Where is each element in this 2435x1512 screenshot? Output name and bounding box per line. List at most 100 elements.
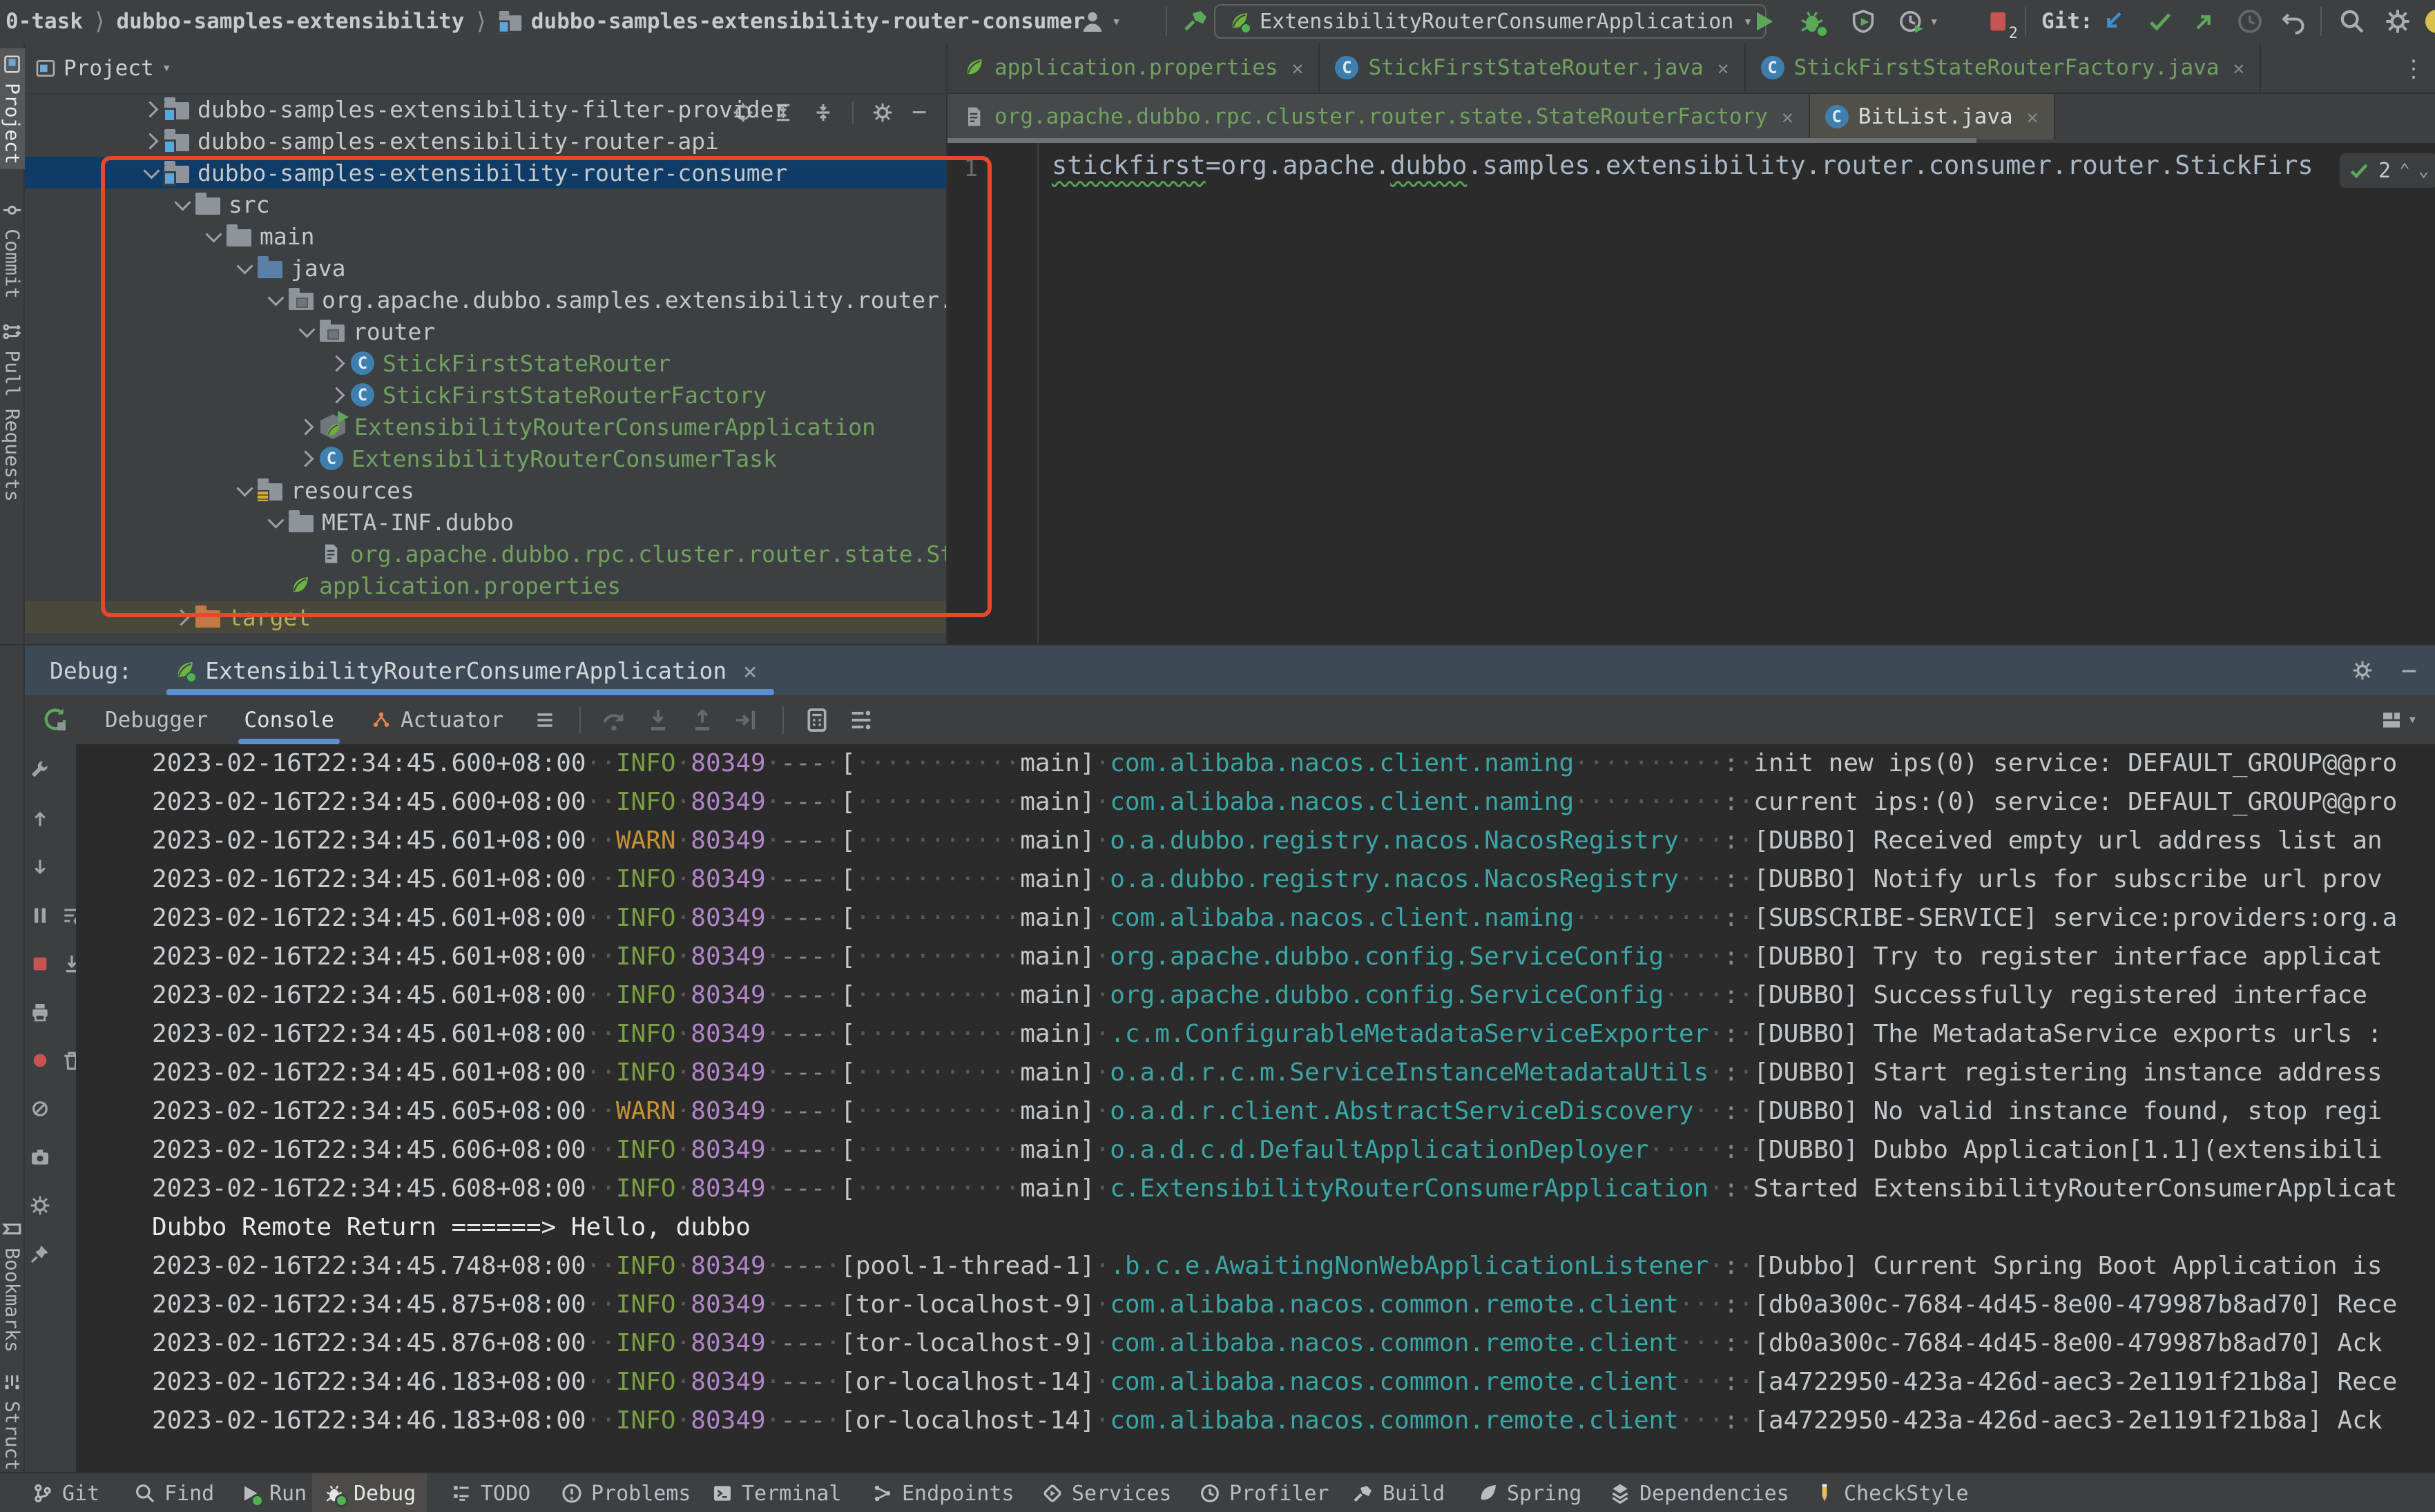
git-update-button[interactable] xyxy=(2099,8,2127,35)
tree-row-target[interactable]: target xyxy=(25,601,947,633)
debug-tab-actuator[interactable]: Actuator xyxy=(370,695,503,744)
chevron-collapsed-icon[interactable] xyxy=(293,445,320,472)
editor-tab-stickfirststaterouter-java[interactable]: StickFirstStateRouter.java ✕ xyxy=(1320,43,1746,93)
tree-row-src[interactable]: src xyxy=(25,188,947,220)
editor-tab-org-apache-dubbo-rpc-cluster[interactable]: org.apache.dubbo.rpc.cluster.router.stat… xyxy=(947,94,1810,139)
statusbar-item-spring[interactable]: Spring xyxy=(1465,1473,1592,1512)
chevron-collapsed-icon[interactable] xyxy=(325,350,351,376)
close-icon[interactable]: ✕ xyxy=(1717,57,1729,79)
statusbar-item-build[interactable]: Build xyxy=(1341,1473,1456,1512)
statusbar-item-debug[interactable]: Debug xyxy=(312,1473,427,1512)
tree-row-meta-inf-dubbo[interactable]: META-INF.dubbo xyxy=(25,506,947,538)
notification-icon[interactable] xyxy=(2425,10,2435,33)
gear-button[interactable] xyxy=(29,1194,51,1217)
stripe-item-pull-requests[interactable]: Pull Requests xyxy=(0,319,25,504)
rerun-button[interactable] xyxy=(41,706,69,734)
statusbar-item-problems[interactable]: Problems xyxy=(550,1473,702,1512)
tree-row-org-apache-dubbo-samples-exten[interactable]: org.apache.dubbo.samples.extensibility.r… xyxy=(25,284,947,316)
chevron-collapsed-icon[interactable] xyxy=(293,414,320,440)
up-button[interactable] xyxy=(29,808,51,830)
editor-tab-bitlist-java[interactable]: BitList.java ✕ xyxy=(1809,94,2055,139)
statusbar-item-todo[interactable]: TODO xyxy=(439,1473,541,1512)
tab-options-icon[interactable]: ⋮ xyxy=(2402,55,2425,83)
inspection-widget[interactable]: 2 ⌃ ⌄ xyxy=(2340,153,2435,188)
coverage-button[interactable] xyxy=(1849,8,1877,35)
mute-button[interactable] xyxy=(29,1098,51,1120)
tree-row-router[interactable]: router xyxy=(25,316,947,347)
tree-row-dubbo-samples-extensibility-fi[interactable]: dubbo-samples-extensibility-filter-provi… xyxy=(25,93,947,125)
prev-problem-icon[interactable]: ⌃ xyxy=(2399,160,2410,181)
editor-area[interactable] xyxy=(947,143,2435,644)
debug-tab-debugger[interactable]: Debugger xyxy=(105,695,208,744)
user-menu[interactable]: ▾ xyxy=(1079,8,1121,35)
reddot-button[interactable] xyxy=(29,1049,51,1072)
run-button[interactable] xyxy=(1750,8,1778,35)
chevron-expanded-icon[interactable] xyxy=(262,287,289,313)
view-options-icon[interactable] xyxy=(847,706,875,734)
editor-tab-stickfirststaterouterfactory[interactable]: StickFirstStateRouterFactory.java ✕ xyxy=(1746,43,2262,93)
chevron-expanded-icon[interactable] xyxy=(262,509,289,535)
panel-settings-icon[interactable] xyxy=(2351,659,2374,681)
project-panel-title[interactable]: Project xyxy=(64,56,154,81)
chevron-expanded-icon[interactable] xyxy=(138,159,164,186)
chevron-expanded-icon[interactable] xyxy=(293,318,320,345)
close-icon[interactable]: ✕ xyxy=(1782,106,1793,128)
stripe-item-bookmarks[interactable]: Bookmarks xyxy=(0,1207,25,1364)
pin-button[interactable] xyxy=(29,1243,51,1265)
tree-row-resources[interactable]: resources xyxy=(25,474,947,506)
debug-button[interactable] xyxy=(1798,8,1829,38)
chevron-expanded-icon[interactable] xyxy=(200,223,227,249)
chevron-collapsed-icon[interactable] xyxy=(325,382,351,408)
layout-menu-icon[interactable] xyxy=(534,709,556,731)
chevron-expanded-icon[interactable] xyxy=(169,191,195,217)
printer-button[interactable] xyxy=(29,1001,51,1023)
profiler-button[interactable]: ▾ xyxy=(1898,8,1938,35)
statusbar-item-checkstyle[interactable]: CheckStyle xyxy=(1802,1473,1980,1512)
statusbar-item-run[interactable]: Run xyxy=(228,1473,318,1512)
stop-button[interactable]: 2 xyxy=(1985,8,2018,42)
close-icon[interactable]: ✕ xyxy=(743,657,757,684)
tree-row-main[interactable]: main xyxy=(25,220,947,252)
down-button[interactable] xyxy=(29,856,51,878)
settings-gear-button[interactable] xyxy=(2384,8,2412,35)
hide-panel-button[interactable]: − xyxy=(2401,655,2417,686)
statusbar-item-profiler[interactable]: Profiler xyxy=(1188,1473,1340,1512)
run-configuration-select[interactable]: ExtensibilityRouterConsumerApplication ▾ xyxy=(1214,4,1767,39)
statusbar-item-endpoints[interactable]: Endpoints xyxy=(860,1473,1026,1512)
tree-row-extensibilityrouterconsumerapp[interactable]: ExtensibilityRouterConsumerApplication xyxy=(25,411,947,443)
build-hammer-button[interactable] xyxy=(1182,8,1210,35)
close-icon[interactable]: ✕ xyxy=(2233,57,2245,79)
debug-tab-console[interactable]: Console xyxy=(238,695,340,744)
tree-row-dubbo-samples-extensibility-ro[interactable]: dubbo-samples-extensibility-router-api xyxy=(25,125,947,157)
stripe-item-project[interactable]: Project xyxy=(0,48,25,169)
tree-row-org-apache-dubbo-rpc-cluster-r[interactable]: org.apache.dubbo.rpc.cluster.router.stat… xyxy=(25,538,947,570)
statusbar-item-git[interactable]: Git xyxy=(21,1473,110,1512)
tree-row-extensibilityrouterconsumertas[interactable]: ExtensibilityRouterConsumerTask xyxy=(25,443,947,474)
next-problem-icon[interactable]: ⌄ xyxy=(2418,160,2429,181)
rollback-button[interactable] xyxy=(2280,8,2308,35)
editor-tab-application-properties[interactable]: application.properties ✕ xyxy=(947,43,1320,93)
search-everywhere-button[interactable] xyxy=(2338,8,2366,35)
close-icon[interactable]: ✕ xyxy=(1292,57,1304,79)
chevron-collapsed-icon[interactable] xyxy=(138,128,164,154)
git-commit-button[interactable] xyxy=(2146,8,2174,35)
git-push-button[interactable] xyxy=(2191,8,2218,35)
tree-row-application-properties[interactable]: application.properties xyxy=(25,570,947,601)
chevron-collapsed-icon[interactable] xyxy=(138,96,164,122)
tree-row-stickfirststaterouter[interactable]: StickFirstStateRouter xyxy=(25,347,947,379)
statusbar-item-dependencies[interactable]: Dependencies xyxy=(1598,1473,1800,1512)
close-icon[interactable]: ✕ xyxy=(2027,106,2039,128)
tree-row-dubbo-samples-extensibility-ro[interactable]: dubbo-samples-extensibility-router-consu… xyxy=(25,157,947,188)
statusbar-item-find[interactable]: Find xyxy=(123,1473,225,1512)
debug-session-tab[interactable]: ExtensibilityRouterConsumerApplication ✕ xyxy=(166,646,775,695)
code-line[interactable]: stickfirst=org.apache.dubbo.samples.exte… xyxy=(1052,151,2313,180)
debug-console[interactable]: 2023-02-16T22:34:45.600+08:00··INFO·8034… xyxy=(76,744,2435,1472)
breadcrumb-root[interactable]: 0-task xyxy=(6,9,83,34)
statusbar-item-services[interactable]: Services xyxy=(1030,1473,1183,1512)
stop-button[interactable] xyxy=(29,953,51,975)
breadcrumb-module[interactable]: dubbo-samples-extensibility-router-consu… xyxy=(531,9,1086,34)
chevron-collapsed-icon[interactable] xyxy=(169,604,195,630)
stripe-item-commit[interactable]: Commit xyxy=(0,192,25,306)
tree-row-java[interactable]: java xyxy=(25,252,947,284)
layout-settings-button[interactable]: ▾ xyxy=(2380,709,2417,731)
